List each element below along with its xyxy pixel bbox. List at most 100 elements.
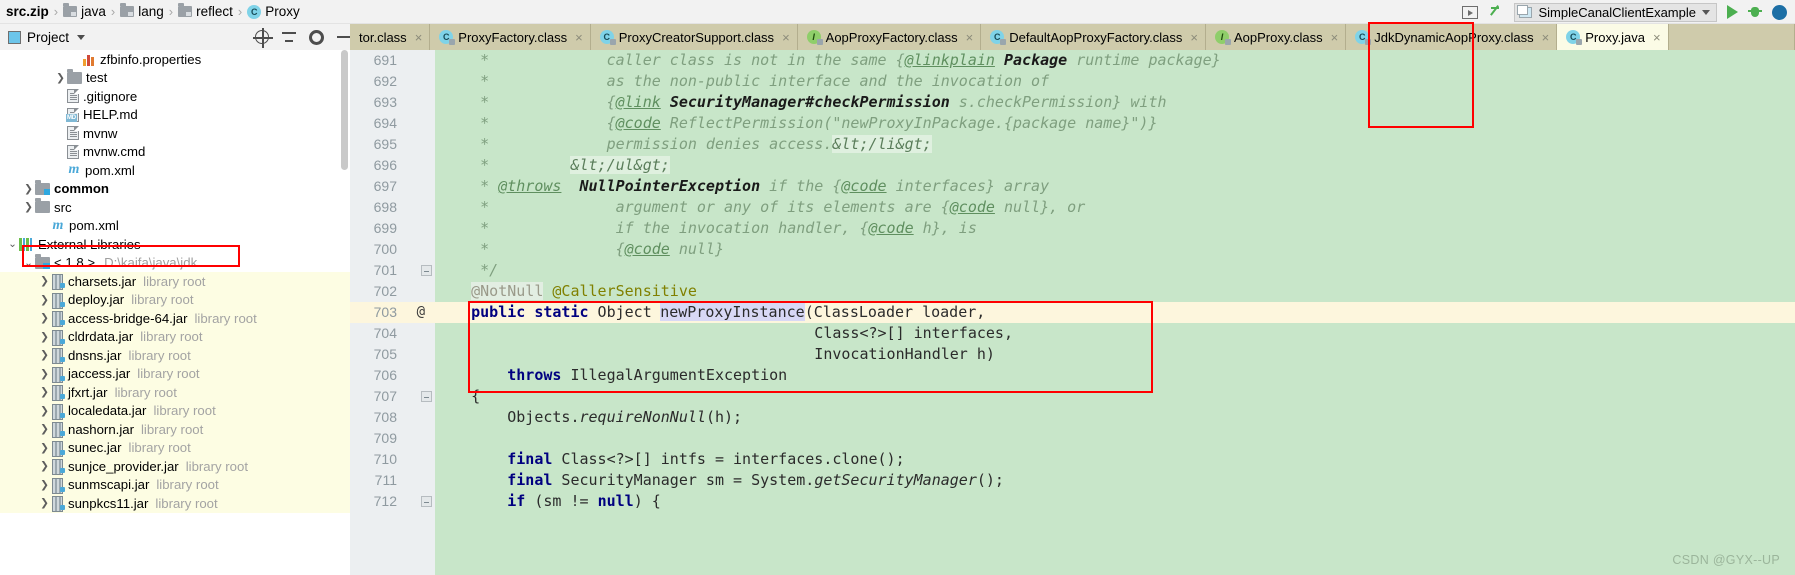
code-line[interactable]: if (sm != null) { — [435, 491, 1795, 512]
editor-code-area[interactable]: * caller class is not in the same {@link… — [435, 50, 1795, 575]
run-icon[interactable] — [1727, 5, 1738, 19]
breadcrumb-item-reflect[interactable]: reflect — [178, 3, 233, 19]
editor-tab[interactable]: C ProxyCreatorSupport.class × — [590, 24, 798, 50]
tree-item[interactable]: ❯MDHELP.md — [0, 106, 350, 125]
tree-scrollbar[interactable] — [341, 50, 348, 170]
tree-item[interactable]: ❯ jfxrt.jar library root — [0, 383, 350, 402]
close-icon[interactable]: × — [1190, 30, 1198, 45]
editor-tab[interactable]: I AopProxyFactory.class × — [797, 24, 982, 50]
chevron-right-icon[interactable]: ❯ — [38, 442, 51, 454]
tree-item[interactable]: ❯ access-bridge-64.jar library root — [0, 309, 350, 328]
tree-item[interactable]: ❯mvnw — [0, 124, 350, 143]
code-line[interactable]: */ — [435, 260, 1795, 281]
chevron-right-icon[interactable]: ❯ — [38, 423, 51, 435]
tree-item[interactable]: ❯ sunpkcs11.jar library root — [0, 494, 350, 513]
fold-handle-comment-end[interactable] — [421, 265, 432, 276]
chevron-down-icon[interactable] — [77, 34, 86, 40]
code-line[interactable]: * @throws NullPointerException if the {@… — [435, 176, 1795, 197]
code-line[interactable]: InvocationHandler h) — [435, 344, 1795, 365]
close-icon[interactable]: × — [1653, 30, 1661, 45]
close-icon[interactable]: × — [966, 30, 974, 45]
tree-item[interactable]: ❯mpom.xml — [0, 217, 350, 236]
tree-item[interactable]: ❯ sunmscapi.jar library root — [0, 475, 350, 494]
run-configuration-selector[interactable]: SimpleCanalClientExample — [1514, 2, 1717, 22]
breadcrumb-item-proxy[interactable]: C Proxy — [247, 4, 300, 19]
settings-icon[interactable] — [309, 29, 324, 45]
tree-item[interactable]: ❯ common — [0, 179, 350, 199]
tree-item[interactable]: ❯ jaccess.jar library root — [0, 364, 350, 383]
collapse-all-icon[interactable] — [282, 30, 296, 44]
code-line[interactable]: Objects.requireNonNull(h); — [435, 407, 1795, 428]
tree-item[interactable]: ❯zfbinfo.properties — [0, 50, 350, 69]
fold-handle-if[interactable] — [421, 496, 432, 507]
chevron-right-icon[interactable]: ❯ — [38, 275, 51, 287]
code-line[interactable]: * {@code ReflectPermission("newProxyInPa… — [435, 113, 1795, 134]
chevron-down-icon[interactable]: ⌄ — [6, 238, 19, 250]
profile-icon[interactable] — [1772, 4, 1787, 20]
build-icon[interactable] — [1488, 4, 1504, 20]
editor-gutter[interactable]: 691 692 693 694 695 696 697 698 699 700 701 702 @703… — [350, 50, 435, 575]
tree-item[interactable]: ⌄ < 1.8 > D:\kaifa\java\jdk — [0, 253, 350, 273]
chevron-down-icon[interactable]: ⌄ — [22, 257, 35, 269]
close-icon[interactable]: × — [415, 30, 423, 45]
tree-item[interactable]: ❯ sunjce_provider.jar library root — [0, 457, 350, 476]
editor-tab[interactable]: C DefaultAopProxyFactory.class × — [981, 24, 1206, 50]
chevron-right-icon[interactable]: ❯ — [22, 183, 35, 195]
code-line[interactable]: * &lt;/ul&gt; — [435, 155, 1795, 176]
close-icon[interactable]: × — [1542, 30, 1550, 45]
editor-tab[interactable]: tor.class × — [350, 24, 431, 50]
breadcrumb-item-java[interactable]: java — [63, 3, 106, 19]
project-tree[interactable]: ❯zfbinfo.properties❯test❯.gitignore❯MDHE… — [0, 50, 350, 575]
code-line[interactable]: * permission denies access.&lt;/li&gt; — [435, 134, 1795, 155]
tree-item[interactable]: ❯ dnsns.jar library root — [0, 346, 350, 365]
tree-item[interactable]: ⌄ External Libraries — [0, 235, 350, 254]
code-line[interactable]: public static Object newProxyInstance(Cl… — [435, 302, 1795, 323]
chevron-right-icon[interactable]: ❯ — [38, 405, 51, 417]
code-line[interactable]: * caller class is not in the same {@link… — [435, 50, 1795, 71]
chevron-right-icon[interactable]: ❯ — [38, 349, 51, 361]
tree-item[interactable]: ❯ cldrdata.jar library root — [0, 327, 350, 346]
code-line[interactable]: @NotNull @CallerSensitive — [435, 281, 1795, 302]
editor-tab[interactable]: C JdkDynamicAopProxy.class × — [1346, 24, 1558, 50]
fold-handle-block[interactable] — [421, 391, 432, 402]
chevron-right-icon[interactable]: ❯ — [38, 460, 51, 472]
code-editor[interactable]: 691 692 693 694 695 696 697 698 699 700 701 702 @703… — [350, 50, 1795, 575]
code-line[interactable]: final SecurityManager sm = System.getSec… — [435, 470, 1795, 491]
override-marker-icon[interactable]: @ — [417, 302, 425, 323]
code-line[interactable]: Class<?>[] interfaces, — [435, 323, 1795, 344]
code-line[interactable]: * argument or any of its elements are {@… — [435, 197, 1795, 218]
editor-tab-bar[interactable]: tor.class × C ProxyFactory.class × C ProxyCrea… — [350, 24, 1795, 50]
close-icon[interactable]: × — [782, 30, 790, 45]
chevron-right-icon[interactable]: ❯ — [22, 201, 35, 213]
chevron-right-icon[interactable]: ❯ — [38, 497, 51, 509]
tree-item[interactable]: ❯mvnw.cmd — [0, 143, 350, 162]
tree-item[interactable]: ❯ charsets.jar library root — [0, 272, 350, 291]
editor-tab[interactable]: I AopProxy.class × — [1205, 24, 1347, 50]
code-line[interactable]: final Class<?>[] intfs = interfaces.clon… — [435, 449, 1795, 470]
chevron-right-icon[interactable]: ❯ — [38, 312, 51, 324]
tree-item[interactable]: ❯ src — [0, 198, 350, 217]
chevron-right-icon[interactable]: ❯ — [38, 331, 51, 343]
tree-item[interactable]: ❯ nashorn.jar library root — [0, 420, 350, 439]
chevron-right-icon[interactable]: ❯ — [38, 294, 51, 306]
code-line[interactable]: { — [435, 386, 1795, 407]
code-line[interactable] — [435, 428, 1795, 449]
chevron-right-icon[interactable]: ❯ — [38, 368, 51, 380]
tree-item[interactable]: ❯ test — [0, 68, 350, 88]
chevron-right-icon[interactable]: ❯ — [38, 386, 51, 398]
chevron-right-icon[interactable]: ❯ — [38, 479, 51, 491]
editor-tab[interactable]: C Proxy.java × — [1557, 24, 1669, 50]
editor-tab[interactable]: C ProxyFactory.class × — [430, 24, 591, 50]
tree-item[interactable]: ❯ localedata.jar library root — [0, 401, 350, 420]
debug-icon[interactable] — [1748, 5, 1762, 19]
code-line[interactable]: * as the non-public interface and the in… — [435, 71, 1795, 92]
close-icon[interactable]: × — [575, 30, 583, 45]
tree-item[interactable]: ❯mpom.xml — [0, 161, 350, 180]
code-line[interactable]: * {@link SecurityManager#checkPermission… — [435, 92, 1795, 113]
run-anything-icon[interactable] — [1462, 5, 1479, 19]
close-icon[interactable]: × — [1331, 30, 1339, 45]
tree-item[interactable]: ❯ deploy.jar library root — [0, 290, 350, 309]
locate-icon[interactable] — [253, 28, 273, 48]
chevron-right-icon[interactable]: ❯ — [54, 72, 67, 84]
hide-icon[interactable] — [337, 36, 350, 38]
